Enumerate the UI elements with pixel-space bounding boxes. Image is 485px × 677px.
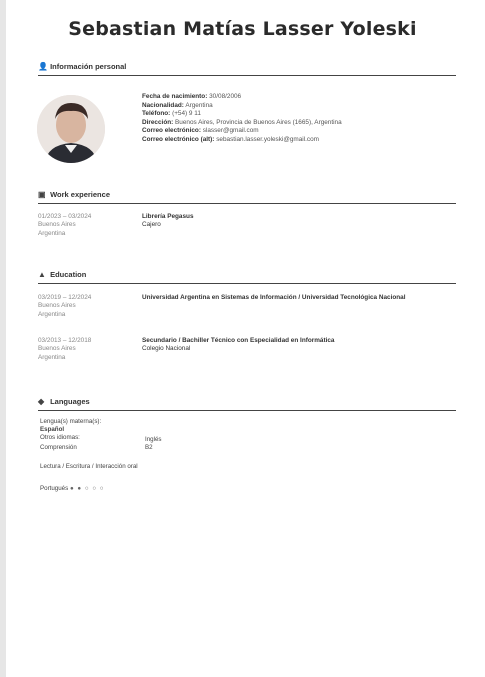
language-note: Lectura / Escritura / Interacción oral	[40, 463, 138, 471]
entry-title: Secundario / Bachiller Técnico con Espec…	[142, 337, 335, 344]
info-value: Buenos Aires, Provincia de Buenos Aires …	[175, 118, 342, 126]
entry-subtitle: Cajero	[142, 221, 161, 229]
personal-info-row: Nacionalidad: Argentina	[142, 102, 442, 111]
info-key: Fecha de nacimiento:	[142, 93, 208, 100]
entry-title: Universidad Argentina en Sistemas de Inf…	[142, 294, 406, 301]
language-columns: Comprensión	[40, 436, 77, 452]
entry-body: Secundario / Bachiller Técnico con Espec…	[142, 337, 442, 354]
info-value: Argentina	[185, 101, 213, 109]
entry-place: Buenos Aires	[38, 345, 76, 353]
entry-dates: 03/2019 – 12/2024	[38, 294, 92, 301]
mother-tongue-value: Español	[40, 426, 65, 434]
entry-subtitle: Colegio Nacional	[142, 345, 191, 353]
entry-meta: 03/2013 – 12/2018 Buenos Aires Argentina	[38, 337, 133, 362]
entry-country: Argentina	[38, 353, 66, 361]
cv-name: Sebastian Matías Lasser Yoleski	[68, 18, 417, 40]
personal-info-list: Fecha de nacimiento: 30/08/2006 Nacionali…	[142, 93, 442, 145]
section-title: Languages	[50, 397, 90, 406]
entry-place: Buenos Aires	[38, 221, 76, 229]
language-level: B2	[145, 444, 153, 452]
personal-info-row: Dirección: Buenos Aires, Provincia de Bu…	[142, 119, 442, 128]
info-value: sebastian.lasser.yoleski@gmail.com	[216, 135, 319, 143]
person-icon: 👤	[38, 62, 48, 71]
entry-title: Librería Pegasus	[142, 213, 194, 220]
speech-bubble-icon: ◆	[38, 397, 45, 406]
info-value: 30/08/2006	[209, 93, 242, 100]
section-title: Información personal	[50, 62, 127, 71]
info-key: Teléfono:	[142, 110, 171, 118]
language-column-head: Comprensión	[40, 444, 77, 451]
language-name: Inglés	[145, 436, 162, 443]
rating-dots: ● ● ○ ○ ○	[69, 485, 105, 492]
entry-dates: 01/2023 – 03/2024	[38, 213, 92, 220]
graduation-cap-icon: ▲	[38, 270, 46, 279]
section-title: Education	[50, 270, 87, 279]
briefcase-icon: ▣	[38, 190, 46, 199]
entry-body: Universidad Argentina en Sistemas de Inf…	[142, 294, 442, 302]
personal-info-row: Correo electrónico: slasser@gmail.com	[142, 127, 442, 136]
entry-meta: 01/2023 – 03/2024 Buenos Aires Argentina	[38, 213, 133, 238]
entry-place: Buenos Aires	[38, 302, 76, 310]
entry-body: Librería Pegasus Cajero	[142, 213, 442, 230]
rating-label: Portugués	[40, 485, 69, 492]
personal-info-row: Teléfono: (+54) 9 11	[142, 110, 442, 119]
info-key: Dirección:	[142, 118, 174, 126]
section-title: Work experience	[50, 190, 110, 199]
info-key: Correo electrónico (alt):	[142, 135, 215, 143]
info-key: Nacionalidad:	[142, 101, 184, 109]
personal-info-row: Fecha de nacimiento: 30/08/2006	[142, 93, 442, 102]
language-levels: Inglés B2	[145, 436, 162, 452]
section-languages: ◆ Languages	[38, 397, 456, 411]
personal-info-row: Correo electrónico (alt): sebastian.lass…	[142, 136, 442, 145]
info-key: Correo electrónico:	[142, 127, 201, 135]
info-value: (+54) 9 11	[172, 110, 201, 118]
page-left-edge	[0, 0, 6, 677]
entry-country: Argentina	[38, 310, 66, 318]
profile-photo	[37, 95, 105, 163]
section-personal-info: 👤 Información personal	[38, 62, 456, 76]
language-rating: Portugués ● ● ○ ○ ○	[40, 485, 105, 493]
section-work-experience: ▣ Work experience	[38, 190, 456, 204]
entry-country: Argentina	[38, 229, 66, 237]
entry-meta: 03/2019 – 12/2024 Buenos Aires Argentina	[38, 294, 133, 319]
entry-dates: 03/2013 – 12/2018	[38, 337, 92, 344]
info-value: slasser@gmail.com	[202, 127, 259, 135]
language-note-text: Lectura / Escritura / Interacción oral	[40, 463, 138, 470]
mother-tongue-label: Lengua(s) materna(s):	[40, 418, 102, 425]
section-education: ▲ Education	[38, 270, 456, 284]
